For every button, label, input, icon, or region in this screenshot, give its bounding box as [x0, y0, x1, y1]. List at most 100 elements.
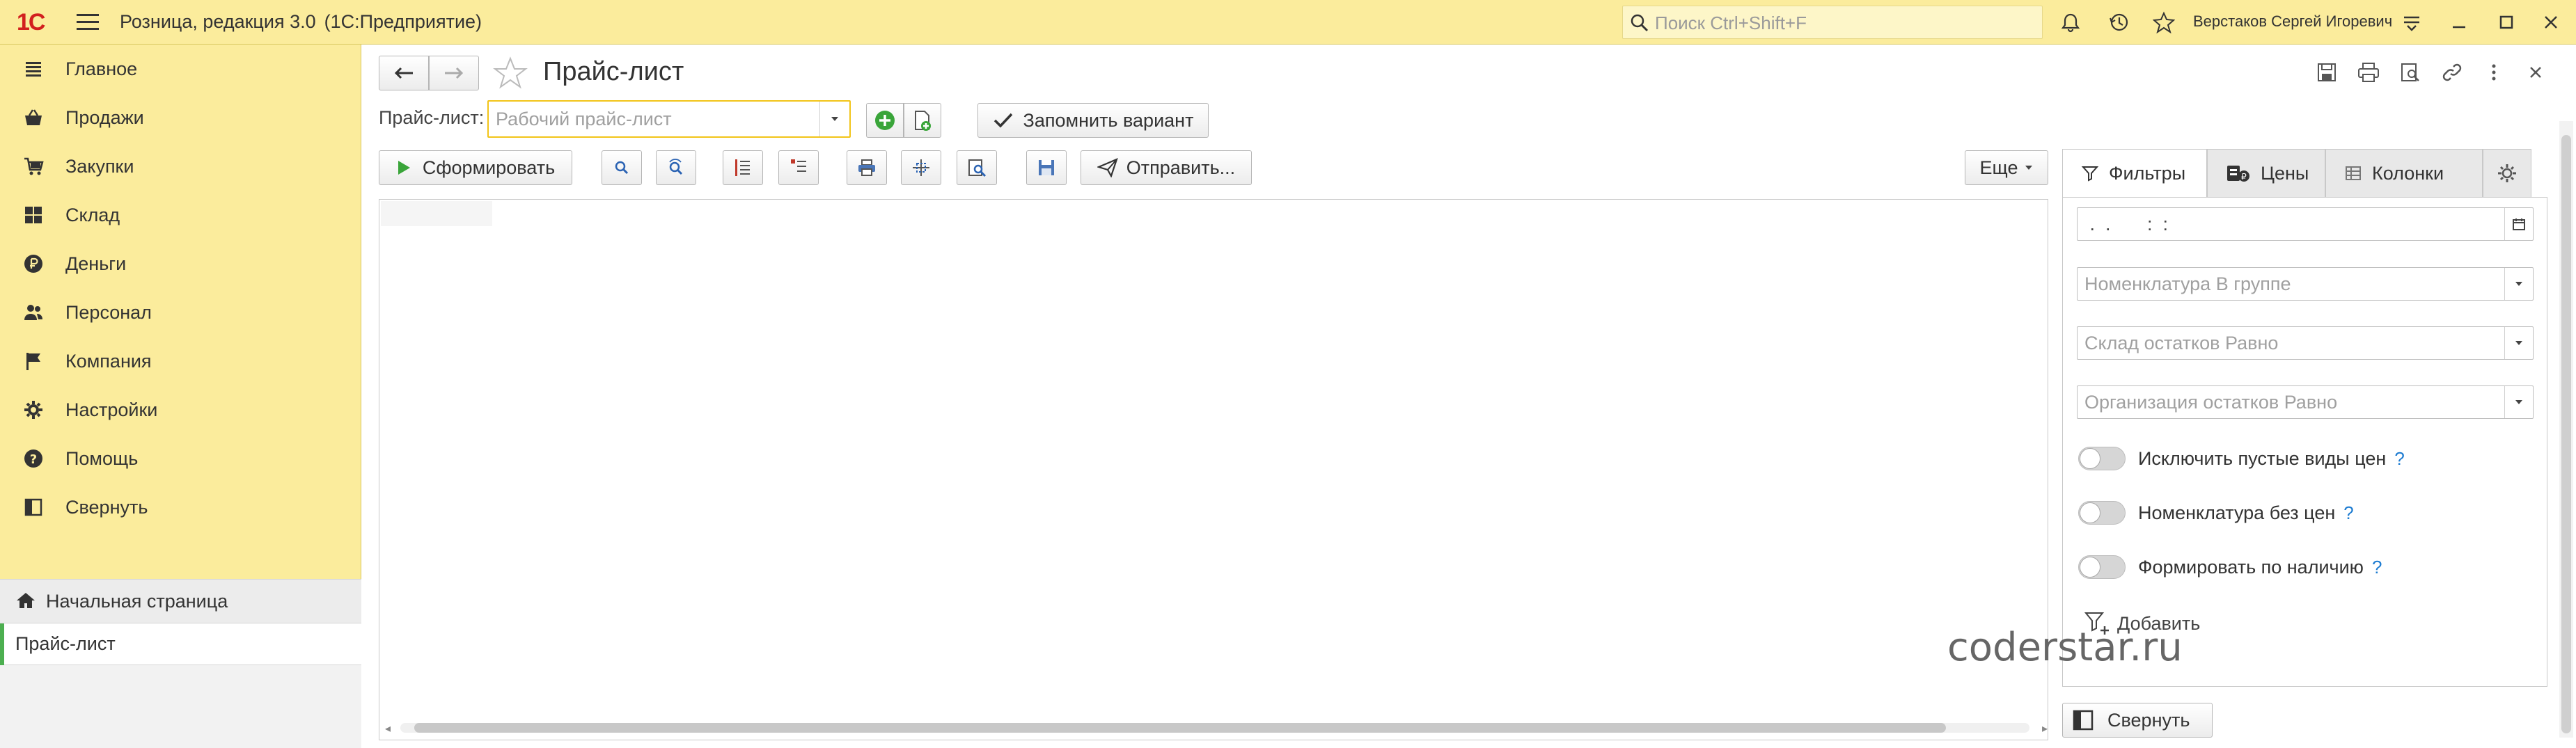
report-document[interactable]: ◂ ▸	[379, 199, 2048, 740]
create-price-list-button[interactable]	[866, 103, 904, 138]
page-settings-button[interactable]	[901, 150, 941, 185]
more-actions-icon[interactable]	[2481, 60, 2506, 85]
send-icon	[1097, 158, 1118, 177]
scroll-thumb[interactable]	[2561, 135, 2571, 733]
sidebar-item-collapse[interactable]: Свернуть	[0, 483, 361, 532]
save-form-icon[interactable]	[2314, 60, 2339, 85]
nomenclature-filter[interactable]	[2077, 267, 2534, 301]
bell-icon[interactable]	[2057, 8, 2084, 36]
price-list-field[interactable]	[487, 100, 851, 138]
app-title: Розница, редакция 3.0 (1С:Предприятие)	[120, 11, 482, 33]
tab-prices[interactable]: ₽ Цены	[2207, 149, 2325, 198]
gear-icon	[22, 399, 45, 421]
open-tab-home[interactable]: Начальная страница	[0, 579, 361, 623]
help-hint-icon[interactable]: ?	[2394, 448, 2404, 470]
minimize-icon[interactable]	[2445, 8, 2473, 36]
main-menu-icon[interactable]	[77, 14, 99, 31]
toggle-switch[interactable]	[2078, 501, 2126, 525]
user-name[interactable]: Верстаков Сергей Игоревич	[2193, 13, 2392, 31]
sidebar: Главное Продажи Закупки Склад Деньги Пер…	[0, 45, 361, 748]
chevron-down-icon	[831, 117, 838, 121]
sidebar-item-label: Главное	[65, 58, 138, 79]
global-search[interactable]	[1622, 6, 2043, 39]
copy-price-list-button[interactable]	[904, 103, 941, 138]
toggle-nomenclature-without-prices[interactable]: Номенклатура без цен ?	[2078, 499, 2354, 527]
sidebar-item-purchases[interactable]: Закупки	[0, 142, 361, 191]
warehouse-filter[interactable]	[2077, 326, 2534, 360]
save-report-button[interactable]	[1026, 150, 1067, 185]
toggle-switch[interactable]	[2078, 555, 2126, 579]
vertical-scrollbar[interactable]	[2559, 121, 2573, 738]
preview-icon[interactable]	[2398, 60, 2423, 85]
settings-menu-icon[interactable]	[2398, 8, 2426, 36]
sidebar-item-sales[interactable]: Продажи	[0, 93, 361, 142]
maximize-icon[interactable]	[2492, 8, 2520, 36]
warehouse-filter-dropdown[interactable]	[2504, 327, 2533, 359]
scroll-right-icon[interactable]: ▸	[2042, 722, 2048, 735]
organization-filter-dropdown[interactable]	[2504, 386, 2533, 418]
collapse-panel-button[interactable]: Свернуть	[2062, 703, 2213, 738]
search-input[interactable]	[1654, 10, 2032, 35]
collapse-icon	[2073, 710, 2094, 731]
chevron-down-icon	[2515, 341, 2522, 345]
expand-rows-icon	[735, 159, 750, 176]
favorite-star-icon[interactable]	[493, 56, 528, 90]
collapse-groups-button[interactable]	[778, 150, 819, 185]
tab-panel-settings[interactable]	[2483, 149, 2531, 198]
chevron-down-icon	[2515, 282, 2522, 286]
print-preview-button[interactable]	[957, 150, 997, 185]
printer-icon	[858, 159, 875, 176]
help-hint-icon[interactable]: ?	[2343, 502, 2353, 524]
favorites-icon[interactable]	[2150, 8, 2178, 36]
price-list-input[interactable]	[494, 104, 817, 134]
print-icon[interactable]	[2356, 60, 2381, 85]
organization-filter[interactable]	[2077, 385, 2534, 419]
scroll-left-icon[interactable]: ◂	[385, 722, 391, 735]
toggle-exclude-empty-prices[interactable]: Исключить пустые виды цен ?	[2078, 445, 2405, 472]
sidebar-item-main[interactable]: Главное	[0, 45, 361, 93]
toggle-by-availability[interactable]: Формировать по наличию ?	[2078, 553, 2382, 581]
expand-groups-button[interactable]	[723, 150, 763, 185]
help-hint-icon[interactable]: ?	[2372, 557, 2382, 578]
send-button[interactable]: Отправить...	[1081, 150, 1252, 185]
chevron-down-icon	[2515, 400, 2522, 404]
more-button[interactable]: Еще	[1965, 150, 2048, 185]
date-field[interactable]	[2077, 207, 2534, 241]
filters-content: Исключить пустые виды цен ? Номенклатура…	[2062, 197, 2547, 687]
sidebar-item-help[interactable]: ? Помощь	[0, 434, 361, 483]
find-next-button[interactable]	[656, 150, 696, 185]
print-report-button[interactable]	[847, 150, 887, 185]
price-list-dropdown[interactable]	[819, 102, 849, 136]
history-icon[interactable]	[2105, 8, 2133, 36]
open-tab-price-list[interactable]: Прайс-лист	[0, 623, 361, 665]
sidebar-item-warehouse[interactable]: Склад	[0, 191, 361, 239]
close-form-icon[interactable]	[2523, 60, 2548, 85]
tab-columns[interactable]: Колонки	[2325, 149, 2483, 198]
sidebar-item-settings[interactable]: Настройки	[0, 385, 361, 434]
toggle-switch[interactable]	[2078, 447, 2126, 470]
sidebar-item-company[interactable]: Компания	[0, 337, 361, 385]
back-button[interactable]	[379, 56, 429, 90]
nomenclature-filter-input[interactable]	[2083, 269, 2490, 299]
report-cell[interactable]	[381, 201, 492, 226]
arrow-left-icon	[394, 67, 413, 79]
warehouse-filter-input[interactable]	[2083, 328, 2490, 358]
generate-button[interactable]: Сформировать	[379, 150, 572, 185]
link-icon[interactable]	[2440, 60, 2465, 85]
date-input[interactable]	[2083, 209, 2490, 239]
horizontal-scrollbar[interactable]: ◂ ▸	[385, 723, 2048, 735]
tab-filters[interactable]: Фильтры	[2062, 149, 2207, 198]
nomenclature-filter-dropdown[interactable]	[2504, 268, 2533, 300]
find-button[interactable]	[602, 150, 642, 185]
forward-button[interactable]	[429, 56, 479, 90]
app-logo[interactable]: 1С	[17, 8, 61, 36]
sidebar-item-money[interactable]: Деньги	[0, 239, 361, 288]
close-window-icon[interactable]	[2537, 8, 2565, 36]
scroll-thumb[interactable]	[414, 723, 1946, 733]
remember-variant-button[interactable]: Запомнить вариант	[977, 103, 1209, 138]
calendar-button[interactable]	[2504, 208, 2533, 240]
organization-filter-input[interactable]	[2083, 388, 2490, 417]
collapse-panel-label: Свернуть	[2107, 709, 2190, 731]
sidebar-item-personnel[interactable]: Персонал	[0, 288, 361, 337]
gear-icon	[2498, 164, 2516, 182]
